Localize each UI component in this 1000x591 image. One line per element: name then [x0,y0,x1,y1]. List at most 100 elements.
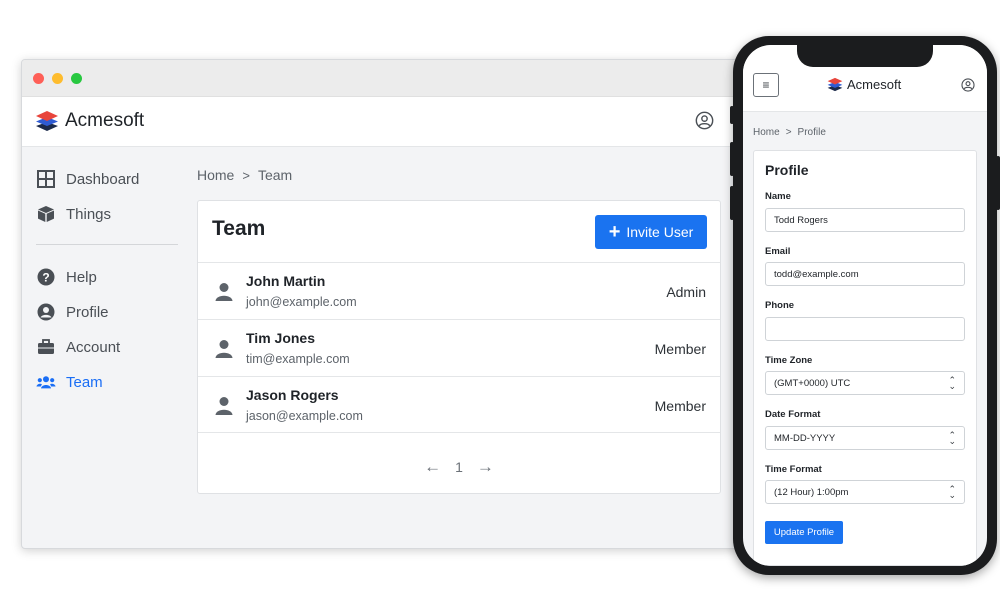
box-icon [36,204,56,224]
dateformat-value: MM-DD-YYYY [774,432,836,444]
sidebar-item-label: Team [66,373,103,391]
select-arrows-icon: ⌃ ⌄ [948,483,956,500]
email-label: Email [765,246,791,257]
timeformat-select[interactable]: (12 Hour) 1:00pm ⌃ ⌄ [765,480,965,504]
sidebar-item-label: Help [66,268,97,286]
dateformat-label: Date Format [765,409,821,420]
sidebar-item-label: Dashboard [66,170,140,188]
sidebar-item-label: Things [66,205,112,223]
member-email: john@example.com [246,295,357,309]
phone-field[interactable] [765,317,965,341]
table-row[interactable]: Jason Rogers jason@example.com Member [198,376,720,433]
member-name: Tim Jones [246,330,315,346]
phone-volume-up-button [730,142,734,176]
users-icon [36,372,56,392]
breadcrumb-separator-icon: > [242,167,250,183]
svg-text:?: ? [42,271,49,285]
help-icon: ? [36,267,56,287]
arrow-right-icon[interactable]: → [477,457,494,477]
phone-frame: ≡ Acmesoft Home > Profile Profile Name T… [730,36,1000,575]
table-row[interactable]: John Martin john@example.com Admin [198,262,720,319]
team-card: Team + Invite User John Martin john@exam… [197,200,721,494]
brand-logo[interactable]: Acmesoft [35,110,144,132]
page-title: Team [212,217,266,240]
user-icon [215,283,233,301]
hamburger-icon: ≡ [762,78,770,92]
profile-card: Profile Name Todd Rogers Email todd@exam… [753,150,977,566]
breadcrumb-home-link[interactable]: Home [753,127,780,138]
brand-name: Acmesoft [847,77,902,92]
briefcase-icon [36,337,56,357]
pagination-divider [198,432,720,433]
email-field[interactable]: todd@example.com [765,262,965,286]
menu-toggle-button[interactable]: ≡ [753,73,779,97]
mobile-breadcrumb: Home > Profile [753,127,826,138]
maximize-window-button[interactable] [71,73,82,84]
minimize-window-button[interactable] [52,73,63,84]
phone-screen: ≡ Acmesoft Home > Profile Profile Name T… [743,45,987,566]
desktop-window: Acmesoft Dashboard Things ? Help Profile… [21,59,781,549]
member-email: tim@example.com [246,352,350,366]
timeformat-value: (12 Hour) 1:00pm [774,486,849,498]
member-role: Admin [666,284,706,300]
user-icon [215,397,233,415]
arrow-left-icon[interactable]: ← [424,457,441,477]
user-icon [215,340,233,358]
select-arrows-icon: ⌃ ⌄ [948,429,956,446]
sidebar-item-profile[interactable]: Profile [36,301,109,323]
breadcrumb-separator-icon: > [785,127,792,138]
name-label: Name [765,191,791,202]
invite-user-button[interactable]: + Invite User [595,215,707,249]
timeformat-label: Time Format [765,464,822,475]
app-header: Acmesoft [22,97,780,147]
brand-name: Acmesoft [65,110,145,131]
profile-title: Profile [765,162,809,178]
mobile-brand-logo[interactable]: Acmesoft [827,77,901,92]
page-number[interactable]: 1 [455,459,463,475]
breadcrumb-home-link[interactable]: Home [197,167,234,183]
phone-mute-button [730,106,734,124]
member-role: Member [654,341,706,357]
sidebar-item-label: Profile [66,303,109,321]
member-role: Member [654,398,706,414]
name-value: Todd Rogers [774,214,828,226]
account-circle-icon[interactable] [961,78,975,92]
account-circle-icon[interactable] [695,111,714,130]
invite-user-label: Invite User [626,224,694,240]
timezone-label: Time Zone [765,355,813,366]
phone-label: Phone [765,300,795,311]
breadcrumb-current: Profile [797,127,826,138]
breadcrumb: Home > Team [197,167,292,183]
member-name: Jason Rogers [246,387,339,403]
pagination: ← 1 → [198,457,720,477]
window-titlebar [22,60,780,97]
acmesoft-logo-icon [827,77,843,92]
sidebar-item-help[interactable]: ? Help [36,266,97,288]
sidebar: Dashboard Things ? Help Profile Account [22,148,182,548]
profile-icon [36,302,56,322]
select-arrows-icon: ⌃ ⌄ [948,374,956,391]
phone-volume-down-button [730,186,734,220]
acmesoft-logo-icon [36,111,58,131]
breadcrumb-current: Team [257,167,293,183]
email-value: todd@example.com [774,268,859,280]
name-field[interactable]: Todd Rogers [765,208,965,232]
phone-notch [797,45,933,67]
sidebar-item-team[interactable]: Team [36,371,103,393]
sidebar-item-dashboard[interactable]: Dashboard [36,168,139,190]
dateformat-select[interactable]: MM-DD-YYYY ⌃ ⌄ [765,426,965,450]
update-profile-button[interactable]: Update Profile [765,521,843,544]
close-window-button[interactable] [33,73,44,84]
sidebar-item-account[interactable]: Account [36,336,120,358]
sidebar-item-label: Account [66,338,121,356]
dashboard-icon [36,169,56,189]
member-email: jason@example.com [246,409,363,423]
member-name: John Martin [246,273,326,289]
sidebar-divider [36,244,178,245]
timezone-select[interactable]: (GMT+0000) UTC ⌃ ⌄ [765,371,965,395]
table-row[interactable]: Tim Jones tim@example.com Member [198,319,720,376]
phone-power-button [996,156,1000,210]
sidebar-item-things[interactable]: Things [36,203,111,225]
timezone-value: (GMT+0000) UTC [774,377,851,389]
plus-icon: + [608,221,621,243]
